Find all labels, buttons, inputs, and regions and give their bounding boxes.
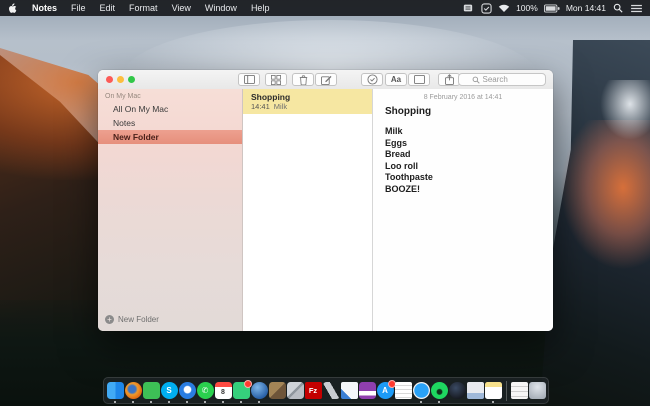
notification-center-icon[interactable] xyxy=(630,2,642,14)
toggle-folders-sidebar-button[interactable] xyxy=(238,73,260,86)
status-check-icon[interactable] xyxy=(480,2,492,14)
note-editor[interactable]: 8 February 2016 at 14:41 Shopping Milk E… xyxy=(373,89,553,331)
dock-app-store-icon[interactable]: A xyxy=(376,380,396,399)
dock-notes-icon[interactable] xyxy=(484,382,502,399)
sidebar-item-notes[interactable]: Notes xyxy=(98,116,242,130)
dock-skype-icon[interactable]: S xyxy=(160,382,178,399)
dock-safari-icon[interactable] xyxy=(412,382,430,399)
note-list-item[interactable]: Shopping 14:41 Milk xyxy=(243,89,372,114)
note-line: Loo roll xyxy=(385,160,418,171)
dock-calendar-icon[interactable]: 8 xyxy=(214,382,232,399)
notes-list: Shopping 14:41 Milk xyxy=(243,89,373,331)
notes-window: Aa On My Mac All On My Mac Notes New Fol… xyxy=(98,70,553,331)
dock-minecraft-icon[interactable] xyxy=(268,382,286,399)
checklist-button[interactable] xyxy=(361,73,383,86)
menu-window[interactable]: Window xyxy=(198,0,244,16)
note-body: Milk Eggs Bread Loo roll Toothpaste BOOZ… xyxy=(373,117,553,195)
search-input[interactable] xyxy=(482,75,533,84)
plus-icon: + xyxy=(105,315,114,324)
dock-messenger-icon[interactable] xyxy=(178,382,196,399)
menu-view[interactable]: View xyxy=(165,0,198,16)
dock-trash-icon[interactable] xyxy=(528,382,546,399)
dock: S ✆ 8 Fz A xyxy=(103,377,549,404)
note-line: Milk xyxy=(385,126,403,136)
apple-menu-icon[interactable] xyxy=(0,2,25,14)
close-button[interactable] xyxy=(106,76,113,83)
dock-filezilla-icon[interactable]: Fz xyxy=(304,382,322,399)
dock-textedit-icon[interactable] xyxy=(394,382,412,399)
new-folder-button[interactable]: + New Folder xyxy=(105,315,159,324)
note-line: Toothpaste xyxy=(385,172,433,182)
dock-spotify-icon[interactable] xyxy=(430,382,448,399)
note-timestamp: 8 February 2016 at 14:41 xyxy=(423,94,503,101)
sidebar-item-all-on-my-mac[interactable]: All On My Mac xyxy=(98,102,242,116)
note-line: BOOZE! xyxy=(385,183,420,194)
delete-note-button[interactable] xyxy=(292,73,314,86)
dock-documents-stack-icon[interactable] xyxy=(510,382,528,399)
menu-file[interactable]: File xyxy=(64,0,93,16)
dock-evernote-icon[interactable] xyxy=(142,382,160,399)
dock-firefox-icon[interactable] xyxy=(124,382,142,399)
menu-bar: Notes File Edit Format View Window Help … xyxy=(0,0,650,16)
search-icon xyxy=(472,76,480,84)
wallpaper-peak-glow xyxy=(560,120,650,270)
menu-edit[interactable]: Edit xyxy=(93,0,123,16)
dock-steam-icon[interactable] xyxy=(448,382,466,399)
minimize-button[interactable] xyxy=(117,76,124,83)
search-field[interactable] xyxy=(458,73,546,86)
sidebar-item-new-folder[interactable]: New Folder xyxy=(98,130,242,144)
share-button[interactable] xyxy=(438,73,460,86)
window-toolbar: Aa xyxy=(98,70,553,90)
new-folder-button-label: New Folder xyxy=(118,315,159,324)
dock-preview-icon[interactable] xyxy=(466,382,484,399)
menu-help[interactable]: Help xyxy=(244,0,277,16)
folders-sidebar: On My Mac All On My Mac Notes New Folder… xyxy=(98,89,243,331)
battery-percent: 100% xyxy=(516,3,538,13)
dock-blue-document-icon[interactable] xyxy=(340,382,358,399)
dock-green-app-icon[interactable] xyxy=(232,380,252,399)
menu-app-name[interactable]: Notes xyxy=(25,0,64,16)
note-item-time: 14:41 xyxy=(251,102,270,111)
note-item-preview: Milk xyxy=(273,102,288,111)
dock-keychain-icon[interactable] xyxy=(322,382,340,399)
dock-separator xyxy=(505,380,507,401)
dock-blue-sphere-app-icon[interactable] xyxy=(250,382,268,399)
dock-utility-tool-icon[interactable] xyxy=(286,382,304,399)
note-line: Bread xyxy=(385,149,411,159)
spotlight-icon[interactable] xyxy=(612,2,624,14)
dock-whatsapp-icon[interactable]: ✆ xyxy=(196,382,214,399)
new-note-button[interactable] xyxy=(315,73,337,86)
battery-icon[interactable] xyxy=(543,2,560,14)
dock-mamp-icon[interactable] xyxy=(358,382,376,399)
format-text-button[interactable]: Aa xyxy=(385,73,407,86)
note-title: Shopping xyxy=(385,106,432,117)
attachments-browser-button[interactable] xyxy=(265,73,287,86)
zoom-button[interactable] xyxy=(128,76,135,83)
sidebar-section-label: On My Mac xyxy=(105,93,141,100)
wifi-icon[interactable] xyxy=(498,2,510,14)
dock-finder-icon[interactable] xyxy=(106,382,124,399)
menu-format[interactable]: Format xyxy=(122,0,165,16)
photo-browser-button[interactable] xyxy=(408,73,430,86)
note-item-title: Shopping xyxy=(251,92,291,102)
input-source-icon[interactable] xyxy=(462,2,474,14)
note-line: Eggs xyxy=(385,137,408,148)
menu-clock[interactable]: Mon 14:41 xyxy=(566,3,606,13)
wallpaper-snow xyxy=(600,80,650,140)
